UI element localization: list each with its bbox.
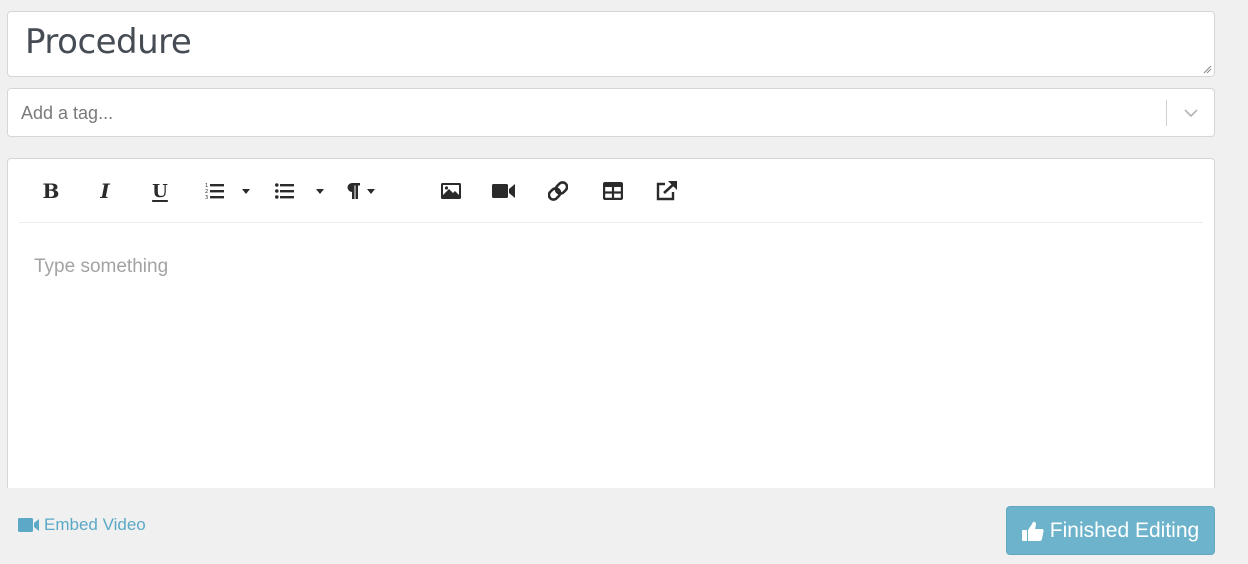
image-icon	[441, 183, 461, 199]
italic-icon: I	[100, 179, 110, 203]
finished-editing-label: Finished Editing	[1049, 518, 1200, 542]
unordered-list-icon	[275, 183, 294, 199]
embed-video-link[interactable]: Embed Video	[18, 515, 146, 535]
ordered-list-icon: 1 2 3	[205, 183, 224, 200]
bold-icon: B	[42, 179, 60, 203]
chevron-down-icon[interactable]	[1183, 105, 1199, 121]
finished-editing-button[interactable]: Finished Editing	[1006, 506, 1215, 555]
table-icon	[603, 182, 623, 200]
paragraph-dropdown-icon[interactable]	[367, 189, 375, 194]
unordered-list-dropdown-icon[interactable]	[316, 189, 324, 194]
external-link-button[interactable]	[655, 177, 679, 205]
external-link-icon	[656, 181, 677, 201]
video-icon	[492, 184, 515, 198]
bold-button[interactable]: B	[41, 177, 61, 205]
insert-table-button[interactable]	[601, 177, 625, 205]
unordered-list-button[interactable]	[274, 177, 296, 205]
embed-video-label: Embed Video	[44, 515, 146, 534]
underline-icon: U	[152, 180, 168, 202]
resize-handle-icon[interactable]	[1202, 64, 1212, 74]
insert-link-button[interactable]	[546, 177, 570, 205]
svg-text:3: 3	[205, 195, 208, 200]
underline-button[interactable]: U	[149, 177, 171, 205]
insert-image-button[interactable]	[439, 177, 463, 205]
ordered-list-dropdown-icon[interactable]	[242, 189, 250, 194]
tag-input[interactable]: Add a tag...	[7, 88, 1215, 137]
title-input[interactable]: Procedure	[7, 11, 1215, 77]
thumbs-up-icon	[1021, 521, 1044, 541]
italic-button[interactable]: I	[95, 177, 115, 205]
editor-toolbar: B I U 1 2 3	[19, 159, 1203, 223]
title-text: Procedure	[25, 22, 192, 62]
insert-video-button[interactable]	[491, 177, 517, 205]
editor-placeholder: Type something	[34, 256, 169, 277]
tag-placeholder: Add a tag...	[21, 103, 114, 123]
tag-separator	[1166, 100, 1167, 126]
video-icon	[18, 518, 39, 532]
rich-text-editor: B I U 1 2 3 Type something	[7, 158, 1215, 488]
paragraph-button[interactable]	[343, 177, 363, 205]
link-icon	[548, 181, 568, 201]
paragraph-icon	[347, 183, 360, 199]
ordered-list-button[interactable]: 1 2 3	[204, 177, 226, 205]
